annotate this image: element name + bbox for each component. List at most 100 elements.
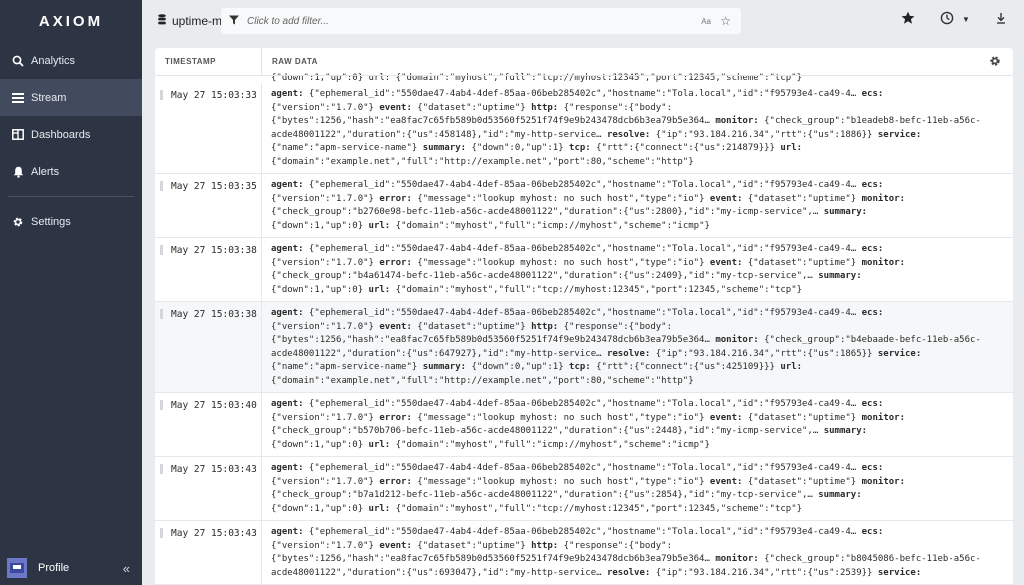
stream-panel: TIMESTAMP RAW DATA {"down":1,"up":0} url… (155, 48, 1013, 585)
row-raw-data: agent: {"ephemeral_id":"550dae47-4ab4-4d… (262, 174, 1013, 237)
profile-label: Profile (38, 562, 70, 574)
row-timestamp-cell: May 27 15:03:40 (155, 393, 262, 456)
raw-data-line: {"down":1,"up":0} url: {"domain":"myhost… (271, 220, 710, 231)
clock-icon[interactable] (940, 11, 954, 28)
sidebar: AXIOM Analytics Stream Dashboards Alerts… (0, 0, 142, 585)
raw-data-line: {"check_group":"b2760e98-befc-11eb-a56c-… (271, 207, 868, 217)
raw-data-line: {"version":"1.7.0"} event: {"dataset":"u… (271, 321, 672, 332)
raw-data-line: agent: {"ephemeral_id":"550dae47-4ab4-4d… (271, 180, 884, 190)
row-marker (160, 528, 163, 538)
sidebar-item-label: Stream (31, 91, 67, 104)
dashboard-icon (11, 128, 25, 142)
sidebar-item-analytics[interactable]: Analytics (0, 42, 142, 79)
row-raw-data: agent: {"ephemeral_id":"550dae47-4ab4-4d… (262, 457, 1013, 520)
table-row[interactable]: May 27 15:03:43 agent: {"ephemeral_id":"5… (155, 521, 1013, 585)
sidebar-item-stream[interactable]: Stream (0, 79, 142, 116)
raw-data-line: {"version":"1.7.0"} error: {"message":"l… (271, 193, 905, 204)
row-timestamp: May 27 15:03:40 (171, 400, 257, 411)
table-row[interactable]: May 27 15:03:33 agent: {"ephemeral_id":"5… (155, 83, 1013, 174)
row-timestamp-cell: May 27 15:03:43 (155, 457, 262, 520)
row-timestamp: May 27 15:03:38 (171, 245, 257, 256)
table-row[interactable]: May 27 15:03:35 agent: {"ephemeral_id":"5… (155, 174, 1013, 238)
row-timestamp: May 27 15:03:38 (171, 309, 257, 320)
raw-data-line: agent: {"ephemeral_id":"550dae47-4ab4-4d… (271, 308, 884, 318)
row-timestamp-cell: May 27 15:03:33 (155, 83, 262, 173)
sidebar-item-label: Dashboards (31, 128, 91, 141)
raw-data-line: {"version":"1.7.0"} error: {"message":"l… (271, 412, 905, 423)
raw-data-line: {"version":"1.7.0"} error: {"message":"l… (271, 476, 905, 487)
gear-icon (11, 215, 25, 229)
raw-data-line: {"name":"apm-service-name"} summary: {"d… (271, 143, 803, 153)
row-timestamp-cell: May 27 15:03:43 (155, 521, 262, 584)
raw-data-line: {"down":1,"up":0} url: {"domain":"myhost… (271, 439, 710, 450)
download-icon[interactable] (996, 11, 1006, 27)
row-timestamp: May 27 15:03:43 (171, 464, 257, 475)
axiom-logo: AXIOM (38, 12, 104, 30)
row-raw-data: agent: {"ephemeral_id":"550dae47-4ab4-4d… (262, 521, 1013, 584)
raw-data-line: {"check_group":"b4a61474-befc-11eb-a56c-… (271, 271, 862, 281)
raw-data-line: {"version":"1.7.0"} event: {"dataset":"u… (271, 540, 672, 551)
search-icon (11, 54, 25, 68)
row-marker (160, 245, 163, 255)
row-marker (160, 181, 163, 191)
star-outline-icon[interactable]: ☆ (720, 14, 731, 28)
raw-data-line: agent: {"ephemeral_id":"550dae47-4ab4-4d… (271, 399, 884, 409)
table-row[interactable]: May 27 15:03:40 agent: {"ephemeral_id":"5… (155, 393, 1013, 457)
avatar (7, 558, 27, 578)
raw-data-line: {"domain":"example.net","full":"http://e… (271, 156, 694, 167)
filter-input[interactable]: Click to add filter... Aa ☆ (221, 8, 741, 34)
filter-placeholder: Click to add filter... (247, 15, 329, 27)
row-marker (160, 400, 163, 410)
row-timestamp-cell: May 27 15:03:35 (155, 174, 262, 237)
column-header-timestamp[interactable]: TIMESTAMP (155, 48, 262, 76)
time-range-chevron-icon[interactable]: ▼ (962, 15, 970, 24)
row-timestamp: May 27 15:03:35 (171, 181, 257, 192)
table-row[interactable]: May 27 15:03:38 agent: {"ephemeral_id":"5… (155, 238, 1013, 302)
row-timestamp: May 27 15:03:43 (171, 528, 257, 539)
raw-data-line: {"check_group":"b7a1d212-befc-11eb-a56c-… (271, 490, 862, 500)
table-row[interactable]: May 27 15:03:43 agent: {"ephemeral_id":"5… (155, 457, 1013, 521)
sidebar-divider (8, 196, 134, 197)
table-row[interactable]: May 27 15:03:38 agent: {"ephemeral_id":"5… (155, 302, 1013, 393)
profile-button[interactable]: Profile « (0, 551, 142, 585)
sidebar-item-label: Settings (31, 215, 71, 228)
row-timestamp: May 27 15:03:33 (171, 90, 257, 101)
row-marker (160, 464, 163, 474)
raw-data-line: acde48001122","duration":{"us":458148},"… (271, 129, 922, 140)
raw-data-line: {"bytes":1256,"hash":"ea8fac7c65fb589b0d… (271, 116, 981, 126)
row-raw-data: agent: {"ephemeral_id":"550dae47-4ab4-4d… (262, 238, 1013, 301)
table-header: TIMESTAMP RAW DATA (155, 48, 1013, 76)
star-icon[interactable] (901, 11, 915, 28)
raw-data-line: {"bytes":1256,"hash":"ea8fac7c65fb589b0d… (271, 554, 981, 564)
sidebar-item-settings[interactable]: Settings (0, 203, 142, 240)
raw-data-line: agent: {"ephemeral_id":"550dae47-4ab4-4d… (271, 244, 884, 254)
raw-data-line: agent: {"ephemeral_id":"550dae47-4ab4-4d… (271, 463, 884, 473)
raw-data-line: {"name":"apm-service-name"} summary: {"d… (271, 362, 803, 372)
row-raw-data: agent: {"ephemeral_id":"550dae47-4ab4-4d… (262, 393, 1013, 456)
row-timestamp-cell: May 27 15:03:38 (155, 302, 262, 392)
row-marker (160, 90, 163, 100)
case-sensitive-toggle[interactable]: Aa (701, 17, 711, 26)
raw-data-line: acde48001122","duration":{"us":647927},"… (271, 348, 922, 359)
collapse-sidebar-icon[interactable]: « (123, 561, 130, 576)
raw-data-line: {"down":1,"up":0} url: {"domain":"myhost… (271, 503, 803, 514)
sidebar-item-dashboards[interactable]: Dashboards (0, 116, 142, 153)
bell-icon (11, 165, 25, 179)
raw-data-line: acde48001122","duration":{"us":693047},"… (271, 567, 922, 578)
raw-data-line: {"version":"1.7.0"} error: {"message":"l… (271, 257, 905, 268)
event-rows: May 27 15:03:33 agent: {"ephemeral_id":"5… (155, 83, 1013, 585)
raw-data-line: agent: {"ephemeral_id":"550dae47-4ab4-4d… (271, 527, 884, 537)
row-raw-data: agent: {"ephemeral_id":"550dae47-4ab4-4d… (262, 302, 1013, 392)
row-raw-data: agent: {"ephemeral_id":"550dae47-4ab4-4d… (262, 83, 1013, 173)
raw-data-line: {"domain":"example.net","full":"http://e… (271, 375, 694, 386)
column-header-raw-data[interactable]: RAW DATA (262, 57, 318, 66)
filter-icon (229, 15, 239, 28)
sidebar-item-label: Alerts (31, 165, 60, 178)
raw-data-line: agent: {"ephemeral_id":"550dae47-4ab4-4d… (271, 89, 884, 99)
sidebar-item-alerts[interactable]: Alerts (0, 153, 142, 190)
raw-data-line: {"check_group":"b570b706-befc-11eb-a56c-… (271, 426, 868, 436)
table-settings-gear-icon[interactable] (989, 55, 1001, 70)
raw-data-line: {"version":"1.7.0"} event: {"dataset":"u… (271, 102, 672, 113)
raw-data-line: {"down":1,"up":0} url: {"domain":"myhost… (271, 284, 803, 295)
row-timestamp-cell: May 27 15:03:38 (155, 238, 262, 301)
